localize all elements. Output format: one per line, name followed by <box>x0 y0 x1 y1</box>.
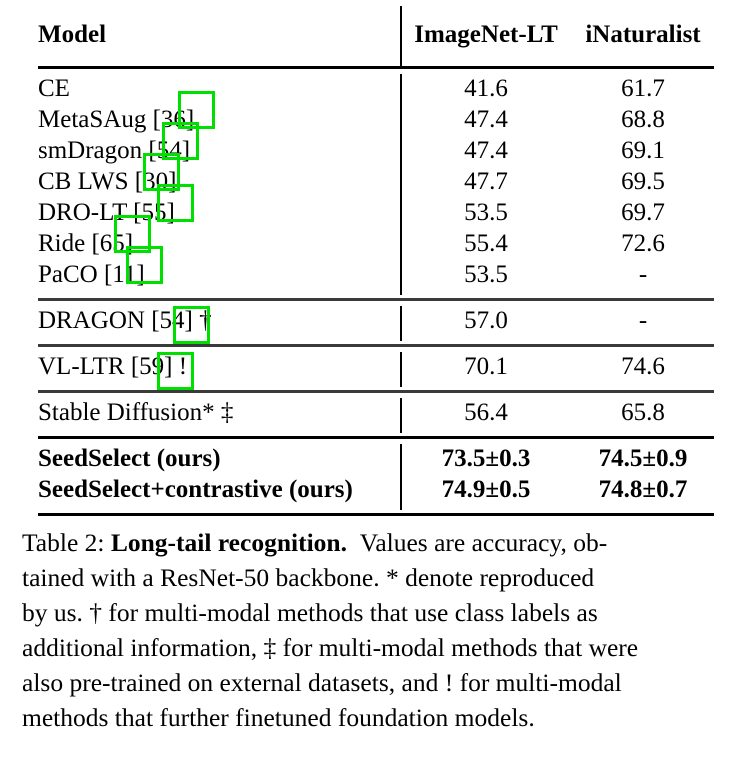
spacer <box>38 69 714 76</box>
cell-inaturalist: 74.5±0.9 <box>598 445 688 472</box>
caption-prefix: Table 2: <box>22 528 105 557</box>
cell-model: SeedSelect (ours) <box>38 445 221 472</box>
cell-imagenet-lt: 53.5 <box>400 260 572 295</box>
cell-model: VL-LTR [59] ! <box>38 353 188 380</box>
citation-highlight-box <box>157 352 194 390</box>
cell-model: CE <box>38 75 70 102</box>
rule-bottom <box>38 513 714 516</box>
table-row: VL-LTR [59] ! 70.1 74.6 <box>38 352 714 387</box>
cell-model: DRAGON [54] † <box>38 307 212 334</box>
table-row: smDragon [54] 47.4 69.1 <box>38 136 714 171</box>
cell-inaturalist: 68.8 <box>621 106 665 133</box>
table-figure: Model ImageNet-LT iNaturalist CE 41.6 61… <box>0 0 746 757</box>
table-row: CE 41.6 61.7 <box>38 74 714 109</box>
caption-line-5: also pre-trained on external datasets, a… <box>22 668 622 697</box>
cell-model: DRO-LT [55] <box>38 199 175 226</box>
column-header-imagenet-lt: ImageNet-LT <box>400 6 572 68</box>
cell-inaturalist: 65.8 <box>621 399 665 426</box>
citation-highlight-box <box>126 246 163 284</box>
citation-highlight-box <box>157 184 194 222</box>
cell-imagenet-lt: 55.4 <box>400 229 572 264</box>
cell-imagenet-lt: 47.4 <box>400 136 572 171</box>
cell-model: Stable Diffusion* ‡ <box>38 399 234 426</box>
cell-imagenet-lt: 47.4 <box>400 105 572 140</box>
cell-imagenet-lt: 41.6 <box>400 74 572 109</box>
cell-inaturalist: 69.7 <box>621 199 665 226</box>
cell-imagenet-lt: 56.4 <box>400 398 572 433</box>
cell-model: smDragon [54] <box>38 137 191 164</box>
cell-inaturalist: 72.6 <box>621 230 665 257</box>
table-row: MetaSAug [36] 47.4 68.8 <box>38 105 714 140</box>
table-row: CB LWS [30] 47.7 69.5 <box>38 167 714 202</box>
table-row: DRAGON [54] † 57.0 - <box>38 306 714 341</box>
citation-highlight-box <box>173 306 210 344</box>
cell-model: PaCO [11] <box>38 261 145 288</box>
table-caption: Table 2: Long-tail recognition. Values a… <box>22 525 728 735</box>
cell-model: SeedSelect+contrastive (ours) <box>38 476 353 503</box>
cell-imagenet-lt: 47.7 <box>400 167 572 202</box>
caption-line-2: tained with a ResNet-50 backbone. * deno… <box>22 563 595 592</box>
cell-model: Ride [65] <box>38 230 134 257</box>
table-header-row: Model ImageNet-LT iNaturalist <box>38 6 714 68</box>
caption-line-1-tail: Values are accuracy, ob- <box>359 528 608 557</box>
cell-inaturalist: - <box>638 261 648 288</box>
table-row: SeedSelect (ours) 73.5±0.3 74.5±0.9 <box>38 444 714 479</box>
cell-inaturalist: - <box>638 307 648 334</box>
caption-line-4: additional information, ‡ for multi-moda… <box>22 633 639 662</box>
cell-inaturalist: 61.7 <box>621 75 665 102</box>
cell-inaturalist: 74.6 <box>621 353 665 380</box>
table-row: Stable Diffusion* ‡ 56.4 65.8 <box>38 398 714 433</box>
column-header-model: Model <box>38 21 107 48</box>
cell-inaturalist: 69.5 <box>621 168 665 195</box>
caption-line-3: by us. † for multi-modal methods that us… <box>22 598 598 627</box>
caption-bold-title: Long-tail recognition. <box>110 528 347 557</box>
cell-imagenet-lt: 70.1 <box>400 352 572 387</box>
cell-imagenet-lt: 57.0 <box>400 306 572 341</box>
cell-imagenet-lt: 53.5 <box>400 198 572 233</box>
cell-imagenet-lt: 74.9±0.5 <box>400 475 572 510</box>
caption-line-1: Table 2: Long-tail recognition. Values a… <box>22 525 728 560</box>
cell-inaturalist: 69.1 <box>621 137 665 164</box>
cell-model: CB LWS [30] <box>38 168 177 195</box>
cell-model: MetaSAug [36] <box>38 106 195 133</box>
caption-line-6: methods that further finetuned foundatio… <box>22 703 535 732</box>
cell-imagenet-lt: 73.5±0.3 <box>400 444 572 479</box>
column-header-inaturalist: iNaturalist <box>585 21 701 48</box>
cell-inaturalist: 74.8±0.7 <box>598 476 688 503</box>
table-row: SeedSelect+contrastive (ours) 74.9±0.5 7… <box>38 475 714 510</box>
